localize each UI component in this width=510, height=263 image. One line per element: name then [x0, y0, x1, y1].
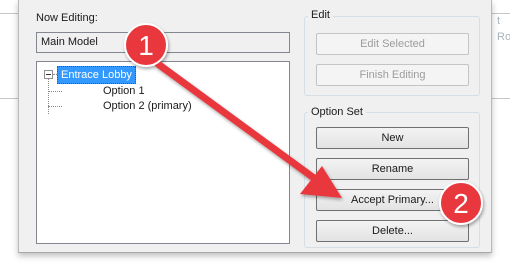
annotation-overlay: 1 2: [124, 23, 483, 225]
step-2-number: 2: [453, 188, 469, 219]
arrow-line: [154, 60, 322, 185]
step-1-number: 1: [138, 30, 154, 61]
